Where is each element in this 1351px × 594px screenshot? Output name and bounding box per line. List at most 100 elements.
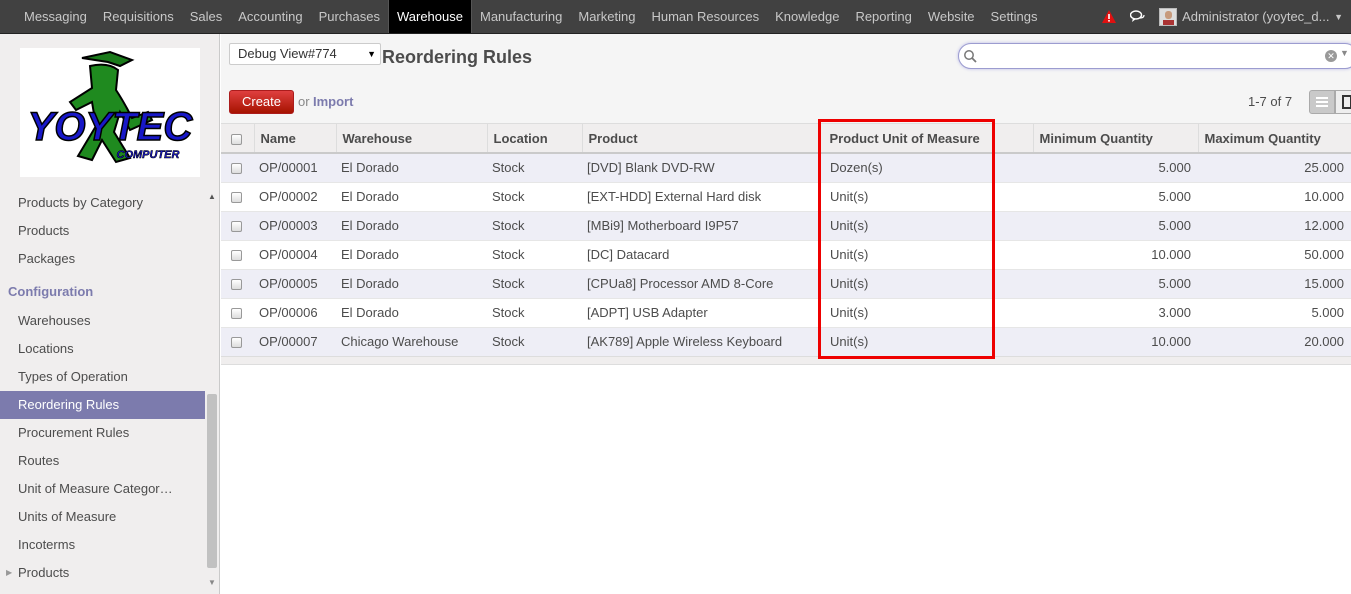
table-row[interactable]: OP/00001 El Dorado Stock [DVD] Blank DVD… bbox=[221, 152, 1351, 182]
search-input[interactable] bbox=[979, 48, 1309, 64]
create-button[interactable]: Create bbox=[229, 90, 294, 114]
chat-icon[interactable] bbox=[1130, 9, 1145, 24]
menu-reporting[interactable]: Reporting bbox=[847, 0, 919, 33]
cell-min-qty: 5.000 bbox=[1033, 152, 1198, 182]
table-row[interactable]: OP/00005 El Dorado Stock [CPUa8] Process… bbox=[221, 268, 1351, 298]
column-header-warehouse[interactable]: Warehouse bbox=[336, 124, 488, 154]
sidebar-item-uom-categories[interactable]: Unit of Measure Categor… bbox=[0, 475, 205, 503]
cell-product: [MBi9] Motherboard I9P57 bbox=[582, 210, 819, 240]
menu-settings[interactable]: Settings bbox=[983, 0, 1046, 33]
menu-warehouse[interactable]: Warehouse bbox=[387, 0, 472, 33]
chevron-down-icon[interactable]: ▼ bbox=[1334, 12, 1343, 22]
logo-subtext: COMPUTER bbox=[117, 149, 180, 161]
scroll-down-icon[interactable]: ▼ bbox=[208, 578, 216, 587]
sidebar-item-incoterms[interactable]: Incoterms bbox=[0, 531, 205, 559]
menu-accounting[interactable]: Accounting bbox=[230, 0, 310, 33]
cell-location: Stock bbox=[487, 239, 582, 269]
menu-requisitions[interactable]: Requisitions bbox=[95, 0, 182, 33]
cell-max-qty: 10.000 bbox=[1198, 181, 1351, 211]
cell-product: [DVD] Blank DVD-RW bbox=[582, 152, 819, 182]
column-header-max-qty[interactable]: Maximum Quantity bbox=[1198, 124, 1351, 154]
menu-messaging[interactable]: Messaging bbox=[16, 0, 95, 33]
clear-search-icon[interactable]: ✕ bbox=[1325, 50, 1337, 62]
cell-warehouse: Chicago Warehouse bbox=[336, 326, 487, 356]
table-row[interactable]: OP/00006 El Dorado Stock [ADPT] USB Adap… bbox=[221, 297, 1351, 327]
user-name[interactable]: Administrator (yoytec_d... bbox=[1182, 9, 1330, 24]
menu-website[interactable]: Website bbox=[920, 0, 983, 33]
warning-icon[interactable] bbox=[1102, 9, 1117, 24]
logo-text: YOYTEC bbox=[28, 105, 194, 149]
menu-human-resources[interactable]: Human Resources bbox=[643, 0, 767, 33]
sidebar-item-types-of-operation[interactable]: Types of Operation bbox=[0, 363, 205, 391]
cell-product: [CPUa8] Processor AMD 8-Core bbox=[582, 268, 819, 298]
cell-min-qty: 10.000 bbox=[1033, 239, 1198, 269]
sidebar-item-packages[interactable]: Packages bbox=[0, 245, 205, 273]
row-checkbox[interactable] bbox=[231, 308, 242, 320]
row-checkbox[interactable] bbox=[231, 250, 242, 262]
search-box[interactable]: ✕ ▼ bbox=[958, 43, 1351, 69]
cell-warehouse: El Dorado bbox=[336, 239, 487, 269]
sidebar-scrollbar[interactable]: ▲ ▼ bbox=[206, 192, 218, 592]
sidebar-item-products-tree[interactable]: ▶ Products bbox=[0, 559, 205, 587]
sidebar-item-routes[interactable]: Routes bbox=[0, 447, 205, 475]
row-checkbox[interactable] bbox=[231, 279, 242, 291]
sidebar-item-procurement-rules[interactable]: Procurement Rules bbox=[0, 419, 205, 447]
row-checkbox[interactable] bbox=[231, 192, 242, 204]
cell-warehouse: El Dorado bbox=[336, 152, 487, 182]
pager-value[interactable]: 1-7 of 7 bbox=[1248, 94, 1292, 109]
column-header-min-qty[interactable]: Minimum Quantity bbox=[1033, 124, 1199, 154]
table-row[interactable]: OP/00007 Chicago Warehouse Stock [AK789]… bbox=[221, 326, 1351, 356]
cell-min-qty: 5.000 bbox=[1033, 210, 1198, 240]
list-view-button[interactable] bbox=[1309, 90, 1335, 114]
menu-sales[interactable]: Sales bbox=[182, 0, 231, 33]
sidebar-item-products-by-category[interactable]: Products by Category bbox=[0, 189, 205, 217]
column-header-location[interactable]: Location bbox=[487, 124, 583, 154]
select-all-checkbox[interactable] bbox=[231, 133, 242, 145]
table-row[interactable]: OP/00002 El Dorado Stock [EXT-HDD] Exter… bbox=[221, 181, 1351, 211]
table-row[interactable]: OP/00003 El Dorado Stock [MBi9] Motherbo… bbox=[221, 210, 1351, 240]
list-view-icon bbox=[1316, 97, 1328, 107]
uom-column-highlight bbox=[818, 119, 995, 359]
cell-name: OP/00002 bbox=[254, 181, 336, 211]
column-header-name[interactable]: Name bbox=[254, 124, 337, 154]
row-checkbox[interactable] bbox=[231, 337, 242, 349]
search-icon bbox=[964, 50, 977, 63]
debug-view-select[interactable]: Debug View#774 ▼ bbox=[229, 43, 381, 65]
cell-min-qty: 10.000 bbox=[1033, 326, 1198, 356]
search-options-icon[interactable]: ▼ bbox=[1340, 48, 1349, 58]
top-navbar: Messaging Requisitions Sales Accounting … bbox=[0, 0, 1351, 34]
sidebar-item-units-of-measure[interactable]: Units of Measure bbox=[0, 503, 205, 531]
scroll-up-icon[interactable]: ▲ bbox=[208, 192, 216, 201]
menu-knowledge[interactable]: Knowledge bbox=[767, 0, 847, 33]
sidebar-item-products[interactable]: Products bbox=[0, 217, 205, 245]
row-checkbox[interactable] bbox=[231, 221, 242, 233]
column-header-product[interactable]: Product bbox=[582, 124, 820, 154]
import-link[interactable]: Import bbox=[313, 94, 353, 109]
user-avatar[interactable] bbox=[1159, 7, 1178, 26]
row-select-cell bbox=[221, 181, 254, 211]
sidebar-item-warehouses[interactable]: Warehouses bbox=[0, 307, 205, 335]
form-view-icon bbox=[1342, 95, 1351, 109]
cell-max-qty: 20.000 bbox=[1198, 326, 1351, 356]
menu-marketing[interactable]: Marketing bbox=[570, 0, 643, 33]
scrollbar-thumb[interactable] bbox=[207, 394, 217, 568]
company-logo[interactable]: YOYTEC COMPUTER bbox=[20, 48, 200, 177]
tree-expand-icon[interactable]: ▶ bbox=[6, 559, 12, 587]
sidebar-item-locations[interactable]: Locations bbox=[0, 335, 205, 363]
menu-manufacturing[interactable]: Manufacturing bbox=[472, 0, 570, 33]
cell-min-qty: 5.000 bbox=[1033, 181, 1198, 211]
row-select-cell bbox=[221, 210, 254, 240]
table-row[interactable]: OP/00004 El Dorado Stock [DC] Datacard U… bbox=[221, 239, 1351, 269]
menu-purchases[interactable]: Purchases bbox=[311, 0, 388, 33]
cell-min-qty: 3.000 bbox=[1033, 297, 1198, 327]
form-view-button[interactable] bbox=[1335, 90, 1351, 114]
page-title: Reordering Rules bbox=[382, 47, 533, 67]
cell-max-qty: 25.000 bbox=[1198, 152, 1351, 182]
cell-product: [AK789] Apple Wireless Keyboard bbox=[582, 326, 819, 356]
or-label: or bbox=[298, 94, 310, 109]
row-checkbox[interactable] bbox=[231, 163, 242, 175]
sidebar-item-reordering-rules[interactable]: Reordering Rules bbox=[0, 391, 205, 419]
sidebar-section-configuration: Configuration bbox=[8, 284, 94, 299]
cell-name: OP/00006 bbox=[254, 297, 336, 327]
sidebar-item-label: Products bbox=[18, 565, 70, 580]
